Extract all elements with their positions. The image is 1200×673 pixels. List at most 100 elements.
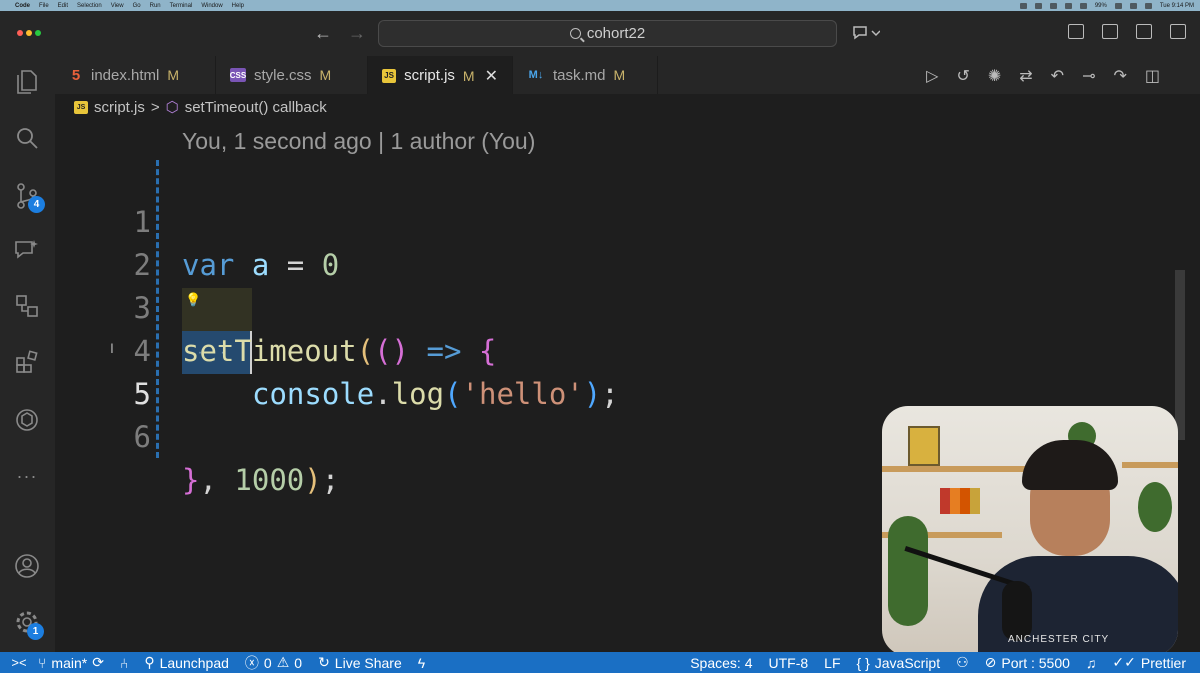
eol-status[interactable]: LF <box>824 655 840 671</box>
line-number: 6 <box>133 420 151 454</box>
status-bar-right: Spaces: 4 UTF-8 LF { } JavaScript ⚇ ⊘ Po… <box>690 654 1200 671</box>
double-check-icon: ✓✓ <box>1112 654 1136 670</box>
status-icon[interactable] <box>1064 2 1072 9</box>
status-icon[interactable] <box>1079 2 1087 9</box>
minimize-window-button[interactable] <box>26 30 32 36</box>
menu-help[interactable]: Help <box>232 3 244 9</box>
run-icon[interactable]: ▷ <box>926 66 938 86</box>
vertical-scrollbar[interactable] <box>1175 270 1185 440</box>
navigation-arrows: ← → <box>314 23 366 44</box>
forward-arrow-icon[interactable]: → <box>348 23 366 44</box>
notifications-status[interactable]: ♫ <box>1086 655 1097 671</box>
prettier-label: Prettier <box>1140 654 1186 671</box>
code-line[interactable]: 3 setTimeout(() => { <box>55 244 1155 368</box>
prettier-status[interactable]: ✓✓ Prettier <box>1112 654 1186 671</box>
layout-controls <box>1068 24 1186 39</box>
chatgpt-icon[interactable] <box>13 406 41 434</box>
launchpad-label: Launchpad <box>159 654 229 671</box>
indentation-status[interactable]: Spaces: 4 <box>690 655 752 671</box>
menu-window[interactable]: Window <box>201 3 222 9</box>
explorer-icon[interactable] <box>13 68 41 96</box>
tab-script-js[interactable]: JS script.js M ✕ <box>368 56 513 94</box>
remote-explorer-icon[interactable] <box>13 292 41 320</box>
tab-label: style.css <box>254 66 312 84</box>
menubar-status: 99% Tue 9:14 PM <box>1019 2 1194 9</box>
menu-terminal[interactable]: Terminal <box>170 3 193 9</box>
previous-change-icon[interactable]: ↶ <box>1051 66 1064 86</box>
search-icon[interactable] <box>1129 2 1137 9</box>
search-icon[interactable] <box>13 124 41 152</box>
extensions-icon[interactable] <box>13 348 41 376</box>
app-menu-code[interactable]: Code <box>15 3 30 9</box>
status-icon[interactable] <box>1034 2 1042 9</box>
toggle-panel-icon[interactable] <box>1136 24 1152 39</box>
chatgpt-icon[interactable]: ✺ <box>988 66 1001 86</box>
markdown-file-icon: M↓ <box>528 69 544 81</box>
remote-indicator[interactable]: >< <box>0 652 38 673</box>
copilot-status[interactable]: ⚇ <box>956 654 969 671</box>
tab-index-html[interactable]: 5 index.html M <box>55 56 216 94</box>
live-share-status[interactable]: ↻ Live Share <box>318 654 402 671</box>
status-icon[interactable] <box>1049 2 1057 9</box>
webcam-overlay: ANCHESTER CITY <box>882 406 1178 656</box>
branch-name: main* <box>51 654 88 671</box>
lightning-status[interactable]: ϟ <box>418 655 425 671</box>
toggle-primary-sidebar-icon[interactable] <box>1102 24 1118 39</box>
wifi-icon[interactable] <box>1114 2 1122 9</box>
live-server-status[interactable]: ⊘ Port : 5500 <box>985 654 1070 671</box>
encoding-status[interactable]: UTF-8 <box>768 655 808 671</box>
breadcrumb-symbol[interactable]: setTimeout() callback <box>185 99 327 116</box>
more-views-icon[interactable]: ··· <box>13 462 41 490</box>
microphone <box>1002 581 1032 641</box>
battery-percentage[interactable]: 99% <box>1095 3 1107 9</box>
menu-run[interactable]: Run <box>150 3 161 9</box>
copilot-icon: ⚇ <box>956 654 969 670</box>
warning-count: 0 <box>294 654 303 671</box>
menu-selection[interactable]: Selection <box>77 3 102 9</box>
code-line[interactable]: 1 var a = 0 <box>55 158 1155 282</box>
bell-icon: ♫ <box>1085 654 1097 671</box>
menu-file[interactable]: File <box>39 3 49 9</box>
next-change-icon[interactable]: ↷ <box>1113 66 1126 86</box>
toggle-secondary-sidebar-icon[interactable] <box>1170 24 1186 39</box>
status-icon[interactable] <box>1019 2 1027 9</box>
semicolon-token: ; <box>321 463 340 497</box>
accounts-icon[interactable] <box>13 552 41 580</box>
customize-layout-icon[interactable] <box>1068 24 1084 39</box>
close-icon[interactable]: ✕ <box>485 66 498 86</box>
timeline-icon[interactable]: ↺ <box>956 66 969 86</box>
git-graph-status[interactable]: ⑃ <box>120 655 128 671</box>
problems-status[interactable]: ⓧ 0 ⚠ 0 <box>245 653 302 673</box>
code-line[interactable]: 2 <box>55 201 1155 282</box>
settings-badge: 1 <box>27 623 44 640</box>
breadcrumb-file[interactable]: script.js <box>94 99 145 116</box>
compare-changes-icon[interactable]: ⇄ <box>1019 66 1032 86</box>
number-token: 1000 <box>234 463 305 497</box>
tab-task-md[interactable]: M↓ task.md M <box>513 56 658 94</box>
menu-view[interactable]: View <box>111 3 124 9</box>
back-arrow-icon[interactable]: ← <box>314 23 332 44</box>
plant <box>1138 482 1172 532</box>
tab-style-css[interactable]: CSS style.css M <box>216 56 368 94</box>
code-line[interactable]: 4 console.log('hello'); <box>55 287 1155 411</box>
menubar-clock[interactable]: Tue 9:14 PM <box>1160 3 1194 9</box>
copilot-chat-icon[interactable] <box>852 24 881 47</box>
git-commit-icon[interactable]: ⊸ <box>1082 66 1095 86</box>
warning-icon: ⚠ <box>276 654 290 670</box>
language-status[interactable]: { } JavaScript <box>857 655 941 671</box>
css-file-icon: CSS <box>230 68 246 82</box>
git-blame-codelens[interactable]: You, 1 second ago | 1 author (You) <box>182 128 535 155</box>
control-center-icon[interactable] <box>1144 2 1152 9</box>
tab-label: index.html <box>91 66 160 84</box>
branch-status[interactable]: ⑂ main* ⟳ <box>38 654 104 671</box>
split-editor-icon[interactable]: ◫ <box>1145 66 1160 86</box>
code-line-current[interactable]: 5 <box>55 330 1155 411</box>
menu-edit[interactable]: Edit <box>58 3 68 9</box>
zoom-window-button[interactable] <box>35 30 41 36</box>
macos-menubar: Code File Edit Selection View Go Run Ter… <box>0 0 1200 11</box>
launchpad-status[interactable]: ⚲ Launchpad <box>144 654 229 671</box>
close-window-button[interactable] <box>17 30 23 36</box>
copilot-chat-icon[interactable] <box>13 236 41 264</box>
menu-go[interactable]: Go <box>133 3 141 9</box>
command-center-search[interactable]: cohort22 <box>378 20 837 47</box>
